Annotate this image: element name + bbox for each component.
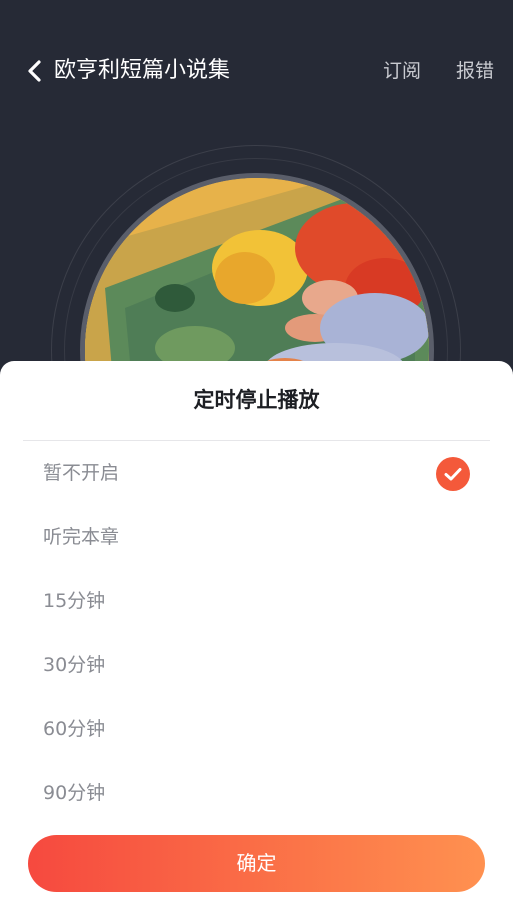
option-label: 15分钟: [43, 590, 106, 612]
option-label: 90分钟: [43, 782, 106, 804]
chevron-left-icon: [28, 60, 41, 82]
back-button[interactable]: [24, 58, 48, 84]
option-label: 暂不开启: [43, 462, 120, 484]
confirm-button[interactable]: 确定: [28, 835, 485, 892]
subscribe-button[interactable]: 订阅: [383, 58, 421, 84]
report-error-button[interactable]: 报错: [456, 58, 494, 84]
timer-bottom-sheet: 定时停止播放 暂不开启 听完本章 15分钟 30分钟 60分钟 90分钟 确定: [0, 361, 513, 912]
option-label: 听完本章: [43, 526, 120, 548]
timer-option-30-min[interactable]: 30分钟: [0, 634, 513, 698]
divider: [23, 440, 490, 441]
check-icon: [436, 457, 470, 491]
timer-option-end-of-chapter[interactable]: 听完本章: [0, 506, 513, 570]
timer-option-60-min[interactable]: 60分钟: [0, 698, 513, 762]
sheet-title: 定时停止播放: [193, 388, 320, 412]
timer-option-off[interactable]: 暂不开启: [0, 442, 513, 506]
top-bar: 欧亨利短篇小说集 订阅 报错: [0, 48, 513, 94]
timer-option-90-min[interactable]: 90分钟: [0, 762, 513, 826]
book-title: 欧亨利短篇小说集: [54, 58, 231, 83]
option-label: 30分钟: [43, 654, 106, 676]
player-screen: 欧亨利短篇小说集 订阅 报错 定时停止播放 暂不开启 听完本章 15分钟 30分…: [0, 0, 513, 912]
timer-option-list: 暂不开启 听完本章 15分钟 30分钟 60分钟 90分钟: [0, 442, 513, 826]
option-label: 60分钟: [43, 718, 106, 740]
timer-option-15-min[interactable]: 15分钟: [0, 570, 513, 634]
